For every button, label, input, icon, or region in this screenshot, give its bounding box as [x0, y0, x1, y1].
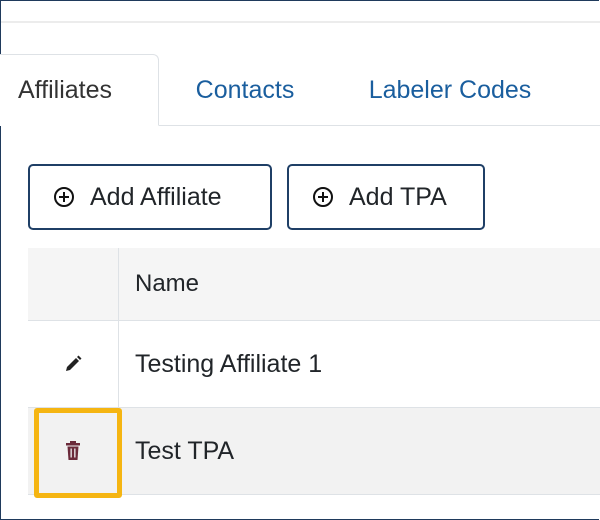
- add-tpa-label: Add TPA: [349, 182, 447, 211]
- plus-circle-icon: [313, 187, 333, 207]
- add-affiliate-label: Add Affiliate: [90, 182, 222, 211]
- plus-circle-icon: [54, 187, 74, 207]
- row-action-cell: [28, 408, 119, 494]
- pencil-icon[interactable]: [58, 349, 88, 379]
- tab-bar: Affiliates Contacts Labeler Codes: [0, 54, 600, 126]
- row-name: Testing Affiliate 1: [135, 349, 323, 378]
- trash-icon[interactable]: [58, 436, 88, 466]
- name-column-header[interactable]: Name: [119, 248, 600, 320]
- row-name: Test TPA: [135, 436, 235, 465]
- tab-contacts[interactable]: Contacts: [170, 54, 320, 126]
- add-tpa-button[interactable]: Add TPA: [287, 164, 485, 230]
- action-column-header: [28, 248, 119, 320]
- table-row: Testing Affiliate 1: [28, 321, 600, 408]
- tab-affiliates[interactable]: Affiliates: [0, 54, 159, 126]
- affiliates-table: Name Testing Affiliate 1 Test TPA: [28, 248, 600, 495]
- tab-labeler-codes[interactable]: Labeler Codes: [340, 54, 560, 126]
- add-affiliate-button[interactable]: Add Affiliate: [28, 164, 272, 230]
- row-action-cell: [28, 321, 119, 407]
- table-row: Test TPA: [28, 408, 600, 495]
- table-header-row: Name: [28, 248, 600, 321]
- top-bar: [1, 1, 600, 23]
